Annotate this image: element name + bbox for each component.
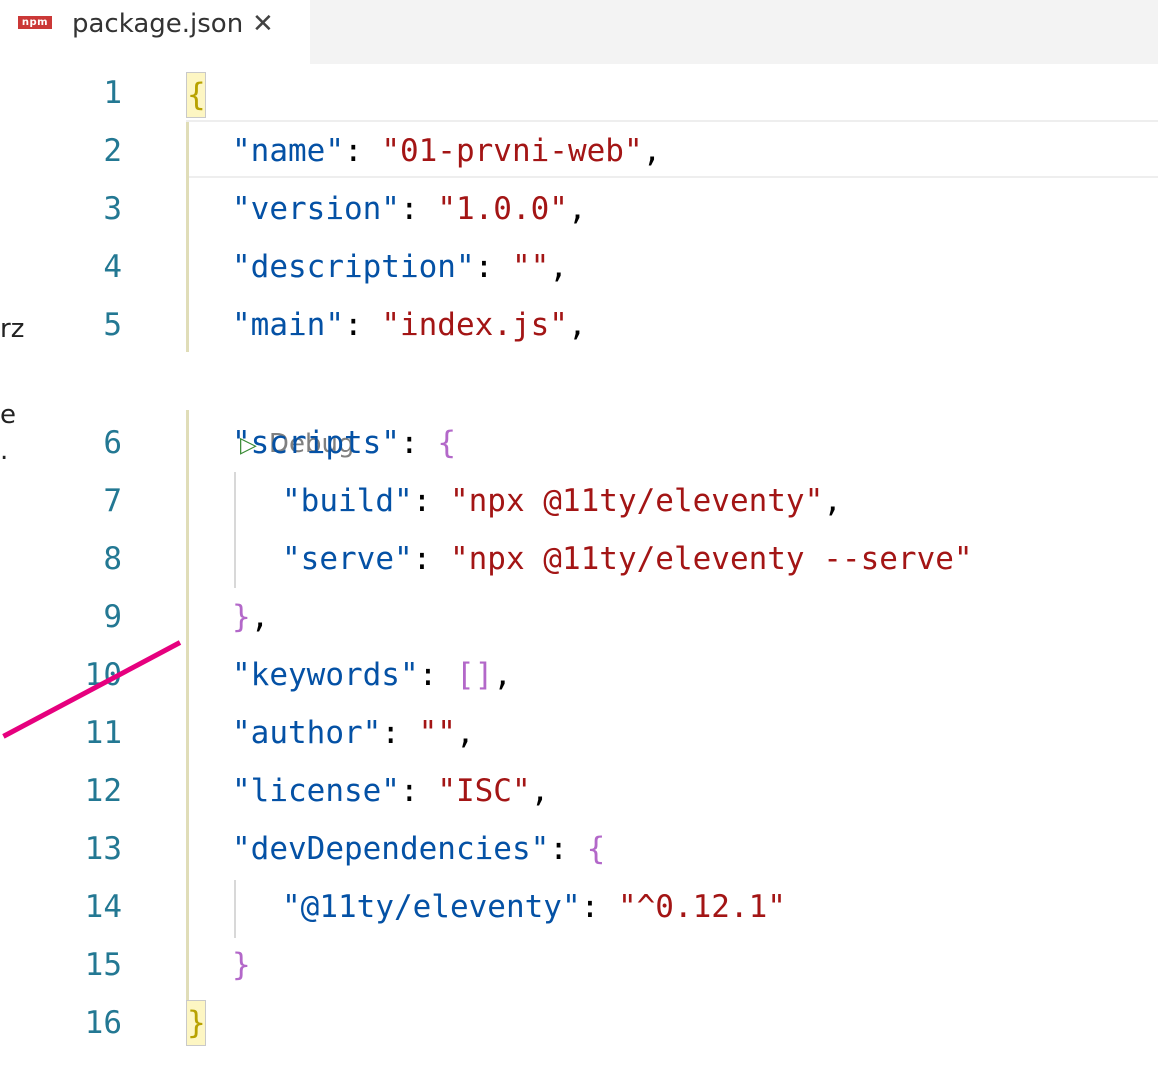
line-number: 11 bbox=[84, 715, 122, 751]
npm-icon: npm bbox=[18, 16, 52, 29]
line-number: 1 bbox=[103, 75, 122, 111]
line-number: 9 bbox=[103, 599, 122, 635]
outer-close-brace: } bbox=[186, 1000, 206, 1046]
code-line: "name": "01-prvni-web", bbox=[232, 133, 662, 169]
close-icon[interactable]: ✕ bbox=[252, 4, 274, 44]
line-number: 4 bbox=[103, 249, 122, 285]
line-number: 3 bbox=[103, 191, 122, 227]
code-line: "build": "npx @11ty/eleventy", bbox=[282, 483, 842, 519]
code-line: } bbox=[232, 947, 251, 983]
line-number: 8 bbox=[103, 541, 122, 577]
code-line: "devDependencies": { bbox=[232, 831, 606, 867]
scope-guide bbox=[186, 122, 189, 352]
line-number: 15 bbox=[84, 947, 122, 983]
code-line: "version": "1.0.0", bbox=[232, 191, 587, 227]
indent-guide bbox=[234, 472, 236, 588]
line-number: 12 bbox=[84, 773, 122, 809]
code-line: "author": "", bbox=[232, 715, 475, 751]
indent-guide bbox=[234, 880, 236, 938]
line-number: 2 bbox=[103, 133, 122, 169]
tab-title: package.json bbox=[72, 9, 244, 39]
code-editor[interactable]: 1 2 3 4 5 6 7 8 9 10 11 12 13 14 15 16 {… bbox=[0, 64, 1158, 1074]
code-line: "main": "index.js", bbox=[232, 307, 587, 343]
code-line: "description": "", bbox=[232, 249, 568, 285]
scope-guide bbox=[186, 410, 189, 1010]
tab-package-json[interactable]: npm package.json ✕ bbox=[0, 0, 310, 64]
line-number: 6 bbox=[103, 425, 122, 461]
code-line: "license": "ISC", bbox=[232, 773, 550, 809]
line-number: 5 bbox=[103, 307, 122, 343]
editor-tab-bar: npm package.json ✕ bbox=[0, 0, 1158, 64]
code-line: "@11ty/eleventy": "^0.12.1" bbox=[282, 889, 786, 925]
line-number: 7 bbox=[103, 483, 122, 519]
line-number: 14 bbox=[84, 889, 122, 925]
code-line: }, bbox=[232, 599, 270, 635]
code-line: "scripts": { bbox=[232, 425, 456, 461]
line-number: 13 bbox=[84, 831, 122, 867]
line-number: 16 bbox=[84, 1005, 122, 1041]
code-line: "serve": "npx @11ty/eleventy --serve" bbox=[282, 541, 973, 577]
outer-open-brace: { bbox=[186, 72, 206, 118]
code-line: "keywords": [], bbox=[232, 657, 512, 693]
